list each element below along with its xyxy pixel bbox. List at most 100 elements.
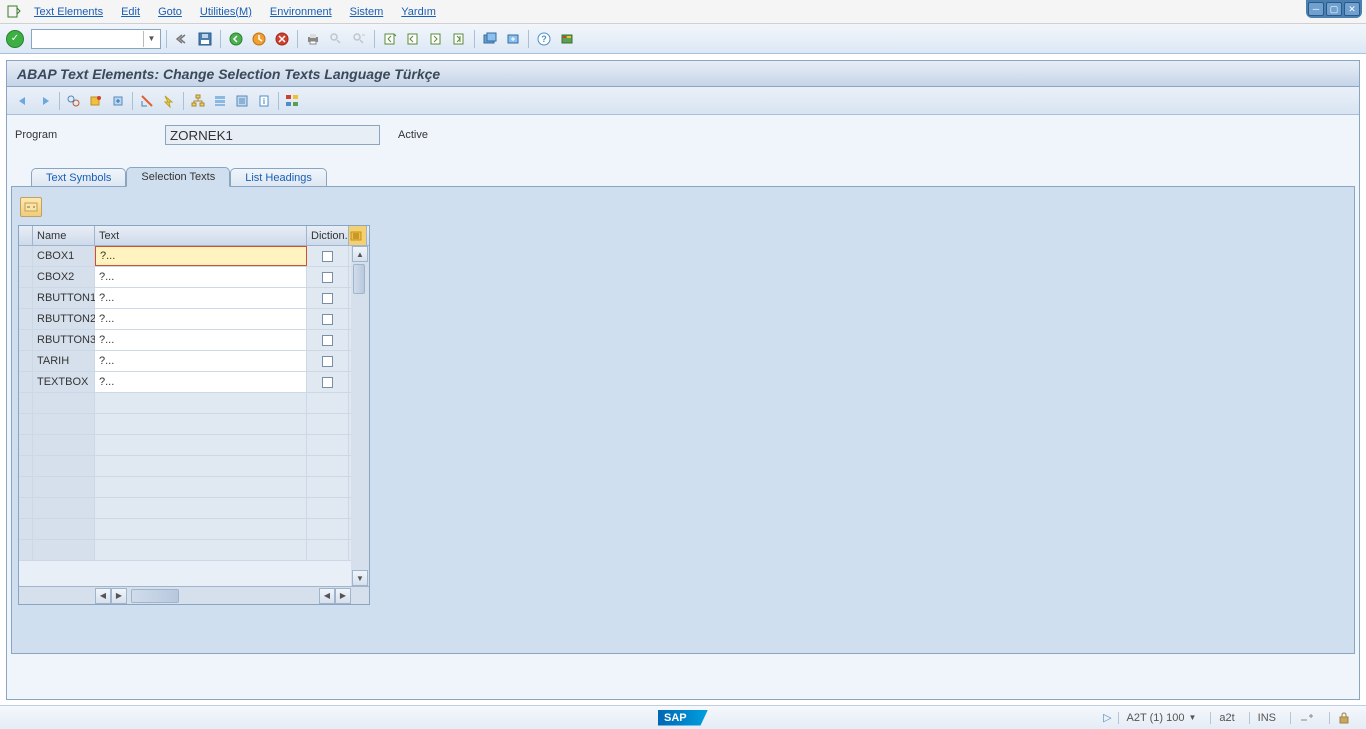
ok-code-icon[interactable]: ▷ [1103,711,1111,724]
prev-page-icon[interactable] [403,29,423,49]
session-icon[interactable] [6,4,22,20]
cell-dict[interactable] [307,351,349,371]
minimize-button[interactable]: ─ [1308,2,1324,16]
last-page-icon[interactable] [449,29,469,49]
checkbox-icon[interactable] [322,293,333,304]
display-object-icon[interactable] [64,91,84,111]
customize-layout-icon[interactable] [557,29,577,49]
help-icon[interactable]: ? [534,29,554,49]
status-lock-icon[interactable] [1338,712,1350,724]
new-session-icon[interactable] [480,29,500,49]
scroll-left2-icon[interactable]: ◀ [319,588,335,604]
cell-dict[interactable] [307,246,349,266]
row-selector[interactable] [19,372,33,392]
enhance-icon[interactable] [108,91,128,111]
info-icon[interactable]: i [254,91,274,111]
command-dropdown-icon[interactable]: ▼ [143,31,159,47]
concatenate-icon[interactable] [283,91,303,111]
checkbox-icon[interactable] [322,335,333,346]
save-icon[interactable] [195,29,215,49]
menu-yardim[interactable]: Yardım [401,6,436,18]
exit-icon[interactable] [249,29,269,49]
row-selector[interactable] [19,288,33,308]
object-list-icon[interactable] [210,91,230,111]
print-icon[interactable] [303,29,323,49]
scroll-thumb[interactable] [353,264,365,294]
enter-icon[interactable]: ✓ [6,30,24,48]
cell-dict[interactable] [307,330,349,350]
cell-text[interactable]: ?... [95,267,307,287]
cell-text[interactable]: ?... [95,288,307,308]
col-config-icon[interactable] [349,226,367,245]
cell-dict[interactable] [307,309,349,329]
prev-icon[interactable] [13,91,33,111]
back-icon[interactable] [226,29,246,49]
cell-name[interactable]: CBOX1 [33,246,95,266]
checkbox-icon[interactable] [322,251,333,262]
hscroll-thumb[interactable] [131,589,179,603]
row-selector[interactable] [19,309,33,329]
checkbox-icon[interactable] [322,377,333,388]
status-system[interactable]: A2T (1) 100 [1127,712,1185,724]
check-icon[interactable] [137,91,157,111]
cell-text[interactable]: ?... [95,330,307,350]
navigation-icon[interactable] [232,91,252,111]
cell-dict[interactable] [307,267,349,287]
vertical-scrollbar[interactable]: ▲ ▼ [351,246,369,586]
col-dictionary[interactable]: Diction. [307,226,349,245]
row-selector[interactable] [19,330,33,350]
program-input[interactable] [165,125,380,145]
where-used-icon[interactable] [188,91,208,111]
cell-text[interactable]: ?... [95,246,307,266]
menu-utilities[interactable]: Utilities(M) [200,6,252,18]
cell-text[interactable]: ?... [95,351,307,371]
expand-collapse-button[interactable] [20,197,42,217]
cell-name[interactable]: RBUTTON1 [33,288,95,308]
cancel-icon[interactable] [272,29,292,49]
find-icon[interactable] [326,29,346,49]
scroll-up-icon[interactable]: ▲ [352,246,368,262]
col-selector[interactable] [19,226,33,245]
close-button[interactable]: ✕ [1344,2,1360,16]
back-nav-icon[interactable] [172,29,192,49]
checkbox-icon[interactable] [322,272,333,283]
checkbox-icon[interactable] [322,314,333,325]
cell-name[interactable]: TARIH [33,351,95,371]
cell-name[interactable]: TEXTBOX [33,372,95,392]
col-name[interactable]: Name [33,226,95,245]
scroll-right-icon[interactable]: ▶ [111,588,127,604]
menu-edit[interactable]: Edit [121,6,140,18]
menu-environment[interactable]: Environment [270,6,332,18]
cell-text[interactable]: ?... [95,372,307,392]
cell-name[interactable]: RBUTTON2 [33,309,95,329]
command-field[interactable]: ▼ [31,29,161,49]
cell-name[interactable]: CBOX2 [33,267,95,287]
scroll-right2-icon[interactable]: ▶ [335,588,351,604]
first-page-icon[interactable] [380,29,400,49]
tab-list-headings[interactable]: List Headings [230,168,327,187]
checkbox-icon[interactable] [322,356,333,367]
cell-name[interactable]: RBUTTON3 [33,330,95,350]
col-text[interactable]: Text [95,226,307,245]
generate-shortcut-icon[interactable] [503,29,523,49]
activate-icon[interactable] [159,91,179,111]
menu-goto[interactable]: Goto [158,6,182,18]
menu-sistem[interactable]: Sistem [350,6,384,18]
tab-text-symbols[interactable]: Text Symbols [31,168,126,187]
row-selector[interactable] [19,246,33,266]
next-page-icon[interactable] [426,29,446,49]
cell-dict[interactable] [307,372,349,392]
row-selector[interactable] [19,351,33,371]
cell-dict[interactable] [307,288,349,308]
find-next-icon[interactable] [349,29,369,49]
menu-text-elements[interactable]: Text Elements [34,6,103,18]
status-write-icon[interactable] [1299,712,1315,724]
scroll-left-icon[interactable]: ◀ [95,588,111,604]
scroll-down-icon[interactable]: ▼ [352,570,368,586]
maximize-button[interactable]: ▢ [1326,2,1342,16]
next-icon[interactable] [35,91,55,111]
cell-text[interactable]: ?... [95,309,307,329]
row-selector[interactable] [19,267,33,287]
tab-selection-texts[interactable]: Selection Texts [126,167,230,187]
other-object-icon[interactable] [86,91,106,111]
